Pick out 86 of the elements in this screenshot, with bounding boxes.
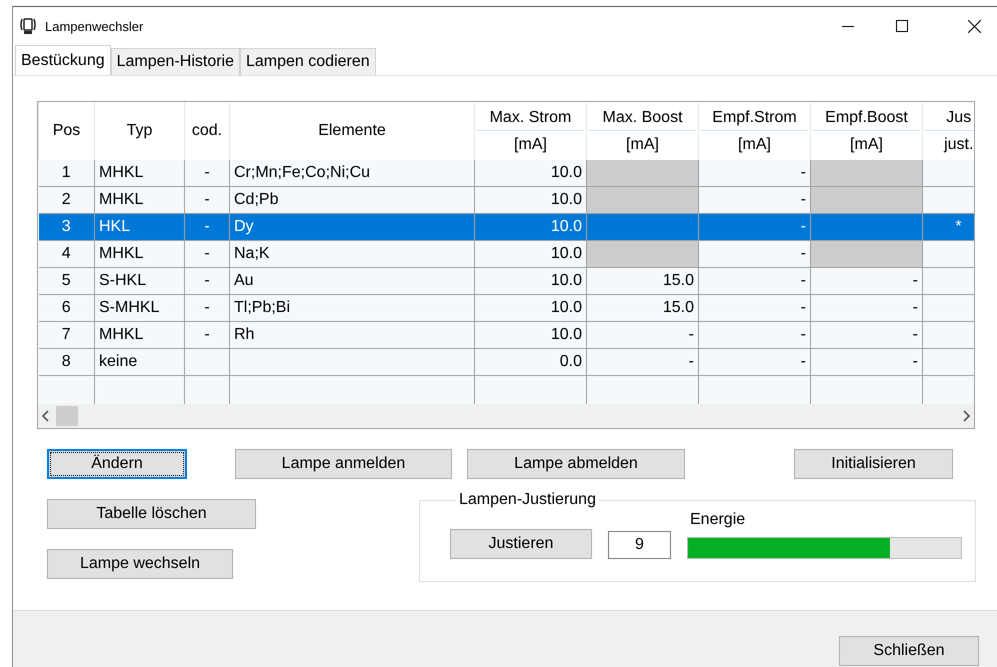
table-cell: Dy [230, 214, 474, 240]
table-cell: Na;K [230, 240, 474, 268]
action-button[interactable]: Initialisieren [794, 449, 953, 479]
table-cell: - [810, 294, 922, 322]
table-cell: 4 [38, 240, 94, 268]
table-cell: 10.0 [474, 240, 586, 268]
table-cell: - [698, 294, 810, 322]
table-cell: S-HKL [94, 268, 184, 294]
table-cell: keine [94, 348, 184, 376]
column-header[interactable]: Typ [94, 102, 184, 160]
table-cell: Cr;Mn;Fe;Co;Ni;Cu [230, 160, 474, 186]
table-cell: 10.0 [474, 214, 586, 240]
table-cell: - [184, 186, 230, 214]
table-cell: - [184, 322, 230, 348]
table-cell: Au [230, 268, 474, 294]
action-button[interactable]: Lampe wechseln [47, 549, 233, 579]
table-cell: - [698, 240, 810, 268]
value-field: 9 [608, 531, 671, 559]
table-cell: Tl;Pb;Bi [230, 294, 474, 322]
table-cell: - [810, 322, 922, 348]
table-cell: - [698, 214, 810, 240]
action-button[interactable]: Tabelle löschen [47, 499, 256, 529]
table-cell: * [922, 214, 974, 240]
table-cell: 0.0 [474, 348, 586, 376]
action-button[interactable]: Lampe abmelden [467, 449, 685, 479]
table-cell: 8 [38, 348, 94, 376]
table-cell: 7 [38, 322, 94, 348]
table-cell: - [184, 214, 230, 240]
lamp-icon [19, 17, 37, 35]
table-cell: - [698, 268, 810, 294]
table-cell: 10.0 [474, 160, 586, 186]
table-cell: HKL [94, 214, 184, 240]
table-cell: Rh [230, 322, 474, 348]
table-cell: - [184, 160, 230, 186]
maximize-icon[interactable] [896, 20, 908, 32]
column-header[interactable]: Jus just. [922, 102, 974, 160]
table-cell: - [586, 348, 698, 376]
column-header[interactable]: Max. Strom [mA] [474, 102, 586, 160]
action-button[interactable]: Ändern [47, 449, 187, 479]
table-cell: - [184, 294, 230, 322]
table-cell: - [698, 186, 810, 214]
table-cell: S-MHKL [94, 294, 184, 322]
close-dialog-button[interactable]: Schließen [839, 636, 979, 666]
table-cell: 10.0 [474, 294, 586, 322]
table-cell: 10.0 [474, 186, 586, 214]
group-title: Lampen-Justierung [458, 491, 597, 509]
column-header[interactable]: Elemente [230, 102, 474, 160]
column-header[interactable]: Pos [38, 102, 94, 160]
column-header[interactable]: Empf.Boost [mA] [810, 102, 922, 160]
table-cell: - [184, 268, 230, 294]
table-cell: MHKL [94, 240, 184, 268]
table-cell: 3 [38, 214, 94, 240]
table-cell: 6 [38, 294, 94, 322]
table-cell: 5 [38, 268, 94, 294]
tab[interactable]: Bestückung [15, 45, 111, 75]
table-cell: 1 [38, 160, 94, 186]
table-cell: 15.0 [586, 268, 698, 294]
tab[interactable]: Lampen codieren [240, 48, 376, 75]
table-cell: - [698, 160, 810, 186]
table-cell: 10.0 [474, 268, 586, 294]
table-cell: MHKL [94, 186, 184, 214]
column-header[interactable]: cod. [184, 102, 230, 160]
table-cell: - [810, 348, 922, 376]
table-cell: - [698, 348, 810, 376]
scroll-left-icon[interactable] [42, 410, 50, 422]
table-cell: MHKL [94, 160, 184, 186]
table-cell: 10.0 [474, 322, 586, 348]
action-button[interactable]: Lampe anmelden [235, 449, 452, 479]
adjust-button[interactable]: Justieren [450, 529, 592, 559]
close-icon[interactable] [968, 20, 980, 32]
table-cell: - [810, 268, 922, 294]
table-cell: 15.0 [586, 294, 698, 322]
window-title: Lampenwechsler [45, 18, 144, 34]
energy-label: Energie [690, 511, 746, 529]
table-cell: MHKL [94, 322, 184, 348]
column-header[interactable]: Empf.Strom [mA] [698, 102, 810, 160]
table-cell: Cd;Pb [230, 186, 474, 214]
scrollbar-thumb[interactable] [56, 406, 78, 426]
table-cell: 2 [38, 186, 94, 214]
scroll-right-icon[interactable] [962, 410, 970, 422]
table-cell: - [698, 322, 810, 348]
horizontal-scrollbar[interactable] [38, 404, 974, 428]
tab[interactable]: Lampen-Historie [110, 48, 240, 75]
column-header[interactable]: Max. Boost [mA] [586, 102, 698, 160]
table-cell: - [586, 322, 698, 348]
table-cell: - [184, 240, 230, 268]
